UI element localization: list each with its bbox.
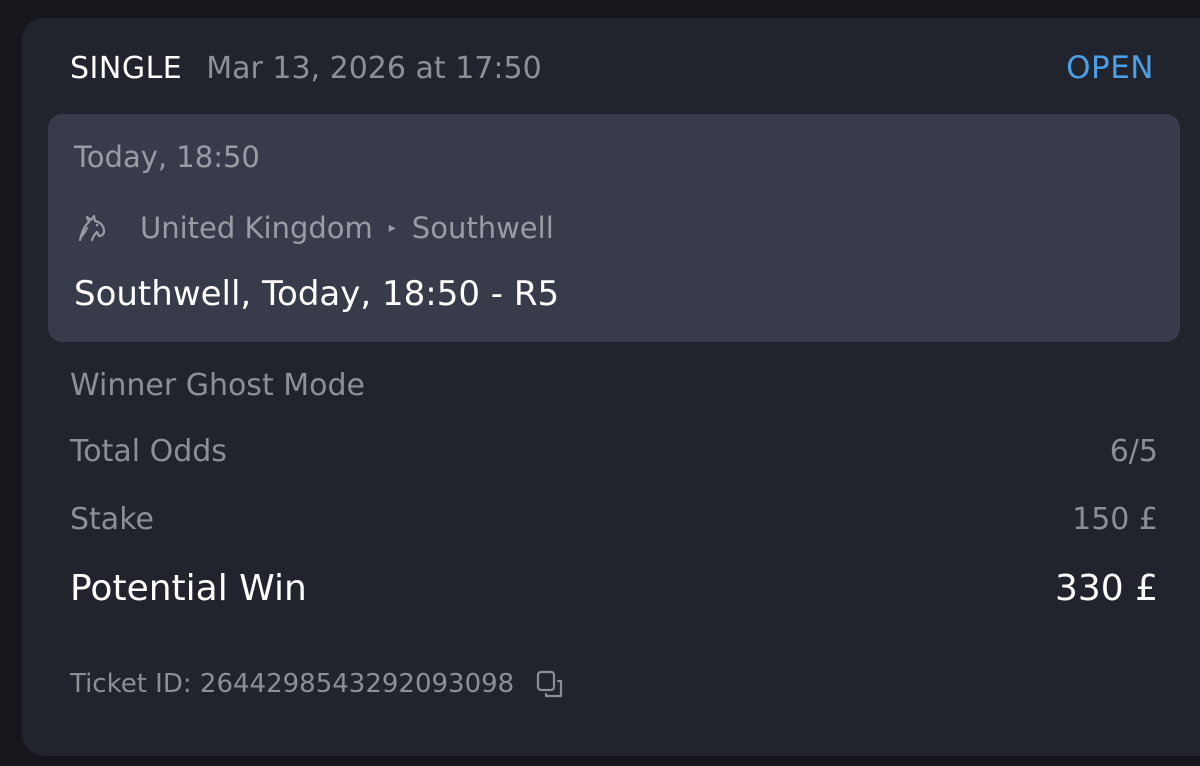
- horse-racing-icon: [74, 210, 110, 246]
- ticket-id-row: Ticket ID: 26442985432920930​98: [70, 668, 566, 700]
- chevron-right-icon: ▸: [388, 220, 396, 236]
- copy-icon[interactable]: [534, 668, 566, 700]
- bet-status-badge: OPEN: [1066, 50, 1154, 86]
- stake-label: Stake: [70, 502, 154, 537]
- total-odds-row: Total Odds 6/5: [70, 434, 1158, 469]
- event-panel[interactable]: Today, 18:50 United Kingdom ▸ Southwell …: [48, 114, 1180, 342]
- event-title: Southwell, Today, 18:50 - R5: [74, 274, 560, 314]
- bet-placed-date: Mar 13, 2026 at 17:50: [206, 50, 542, 86]
- potential-win-label: Potential Win: [70, 568, 307, 609]
- event-time: Today, 18:50: [74, 140, 260, 174]
- breadcrumb-country[interactable]: United Kingdom: [140, 211, 373, 245]
- market-row: Winner Ghost Mode: [70, 368, 1158, 403]
- ticket-id: Ticket ID: 26442985432920930​98: [70, 669, 515, 699]
- breadcrumb: United Kingdom ▸ Southwell: [74, 208, 554, 248]
- breadcrumb-track[interactable]: Southwell: [412, 211, 554, 245]
- total-odds-label: Total Odds: [70, 434, 227, 469]
- bet-ticket-card: SINGLE Mar 13, 2026 at 17:50 OPEN Today,…: [22, 18, 1200, 756]
- stake-value: 150 £: [1072, 502, 1158, 537]
- bet-type-label: SINGLE: [70, 50, 183, 86]
- market-name: Winner Ghost Mode: [70, 368, 365, 403]
- total-odds-value: 6/5: [1109, 434, 1158, 469]
- stake-row: Stake 150 £: [70, 502, 1158, 537]
- ticket-header: SINGLE Mar 13, 2026 at 17:50 OPEN: [70, 48, 1154, 88]
- potential-win-value: 330 £: [1054, 568, 1158, 609]
- potential-win-row: Potential Win 330 £: [70, 568, 1158, 609]
